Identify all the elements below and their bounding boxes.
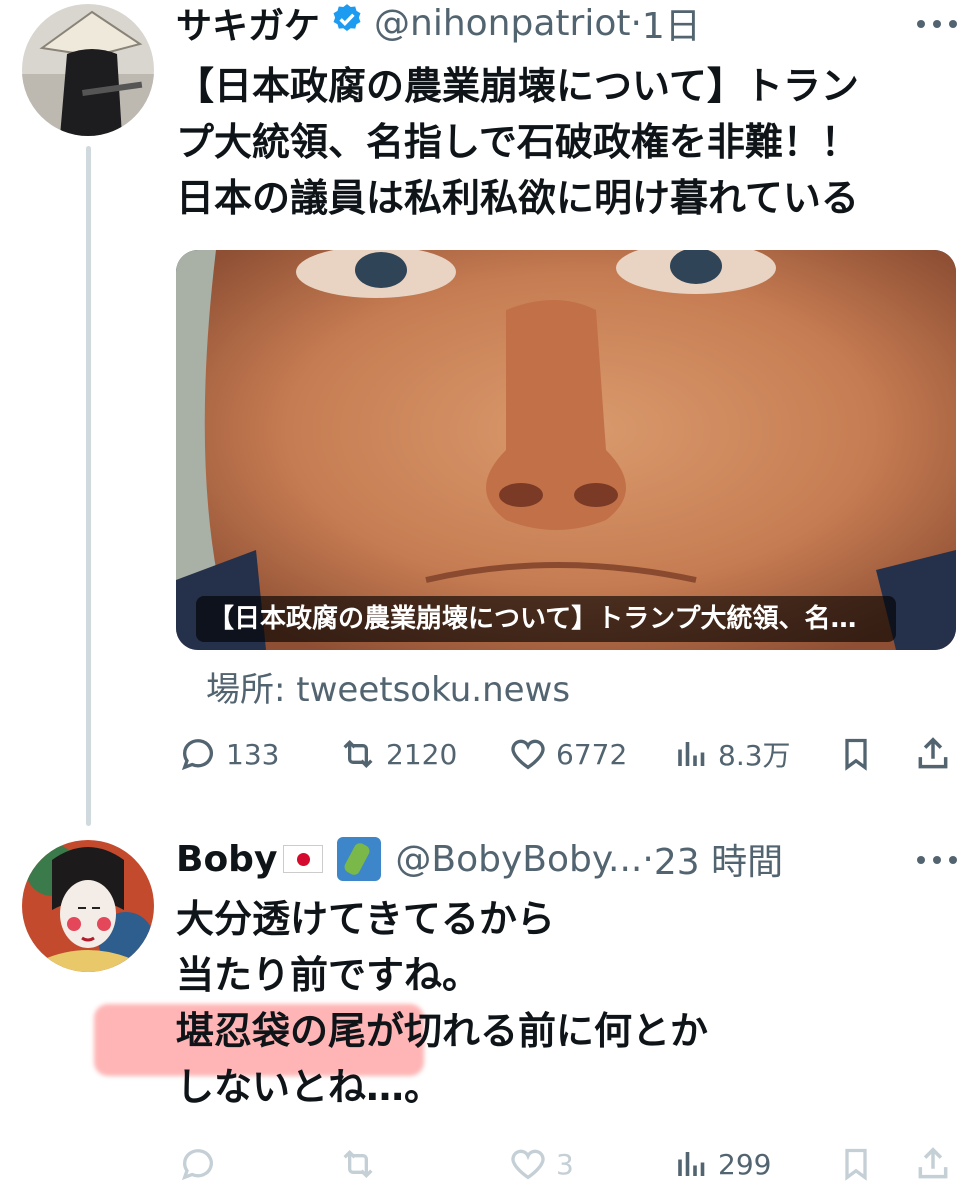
post1-timestamp[interactable]: 1日 <box>642 0 701 49</box>
post1-handle[interactable]: @nihonpatriot <box>374 3 630 44</box>
post1-text-line: 【日本政腐の農業崩壊について】トラン <box>176 64 859 108</box>
views-button[interactable]: 299 <box>674 1139 771 1189</box>
more-icon[interactable] <box>917 14 957 34</box>
post2-display-name[interactable]: Boby <box>176 839 277 880</box>
post2-text-line: 堪忍袋の尾が切れる前に何とか <box>176 1009 709 1053</box>
post2-text-line: しないとね…。 <box>176 1065 443 1109</box>
post2-timestamp[interactable]: 23 時間 <box>654 833 783 885</box>
views-icon <box>678 1152 705 1176</box>
thread-connector-line <box>86 146 91 826</box>
post1-text-line: プ大統領、名指しで石破政権を非難！！ <box>176 120 859 164</box>
like-button[interactable]: 3 <box>508 1139 574 1189</box>
views-icon <box>678 742 705 766</box>
like-count: 3 <box>556 1147 574 1181</box>
reply-button[interactable] <box>178 1139 226 1189</box>
views-button[interactable]: 8.3万 <box>674 729 791 779</box>
post2-action-bar: 3 299 <box>178 1139 958 1189</box>
like-button[interactable]: 6772 <box>508 729 627 779</box>
views-count: 299 <box>718 1147 772 1181</box>
post1-action-bar: 133 2120 6772 8.3万 <box>178 729 958 779</box>
post1-separator: · <box>630 2 642 44</box>
share-icon <box>918 737 948 769</box>
like-icon <box>511 739 545 770</box>
repost-icon <box>343 1149 373 1179</box>
avatar-sakigake[interactable] <box>22 4 154 136</box>
post1-header: サキガケ @nihonpatriot · 1日 <box>176 0 701 49</box>
post2-header: Boby @BobyBoby... · 23 時間 <box>176 833 783 885</box>
more-icon[interactable] <box>917 850 957 870</box>
like-icon <box>511 1149 545 1180</box>
bookmark-button[interactable] <box>838 729 874 779</box>
post1-text-line: 日本の議員は私利私欲に明け暮れている <box>176 176 859 220</box>
views-count: 8.3万 <box>718 739 791 772</box>
like-count: 6772 <box>556 737 628 771</box>
link-card-image[interactable] <box>176 250 956 650</box>
repost-count: 2120 <box>386 737 458 771</box>
reply-button[interactable]: 133 <box>178 729 279 779</box>
post1-text: 【日本政腐の農業崩壊について】トラン プ大統領、名指しで石破政権を非難！！ 日本… <box>176 58 859 226</box>
bookmark-button[interactable] <box>838 1139 874 1189</box>
repost-button[interactable]: 2120 <box>338 729 457 779</box>
bookmark-icon <box>845 1148 867 1181</box>
reply-count: 133 <box>226 737 280 771</box>
link-card-title[interactable]: 【日本政腐の農業崩壊について】トランプ大統領、名… <box>196 596 896 642</box>
jp-flag-icon <box>283 845 324 873</box>
bookmark-icon <box>845 738 867 771</box>
link-card-source[interactable]: 場所: tweetsoku.news <box>206 662 570 711</box>
verified-badge-icon <box>330 2 364 45</box>
repost-icon <box>343 739 373 769</box>
post2-separator: · <box>642 838 654 880</box>
reply-icon <box>181 739 213 771</box>
share-button[interactable] <box>914 1139 952 1189</box>
post1-display-name[interactable]: サキガケ <box>176 0 320 49</box>
post2-text-line: 当たり前ですね。 <box>176 953 481 997</box>
post2-text: 大分透けてきてるから 当たり前ですね。 堪忍袋の尾が切れる前に何とか しないとね… <box>176 891 708 1115</box>
repost-button[interactable] <box>338 1139 386 1189</box>
japan-map-icon <box>337 837 382 881</box>
share-button[interactable] <box>914 729 952 779</box>
reply-icon <box>181 1149 213 1181</box>
avatar-boby[interactable] <box>22 840 154 972</box>
post2-handle[interactable]: @BobyBoby... <box>395 839 642 880</box>
post2-text-line: 大分透けてきてるから <box>176 897 555 941</box>
share-icon <box>918 1147 948 1179</box>
